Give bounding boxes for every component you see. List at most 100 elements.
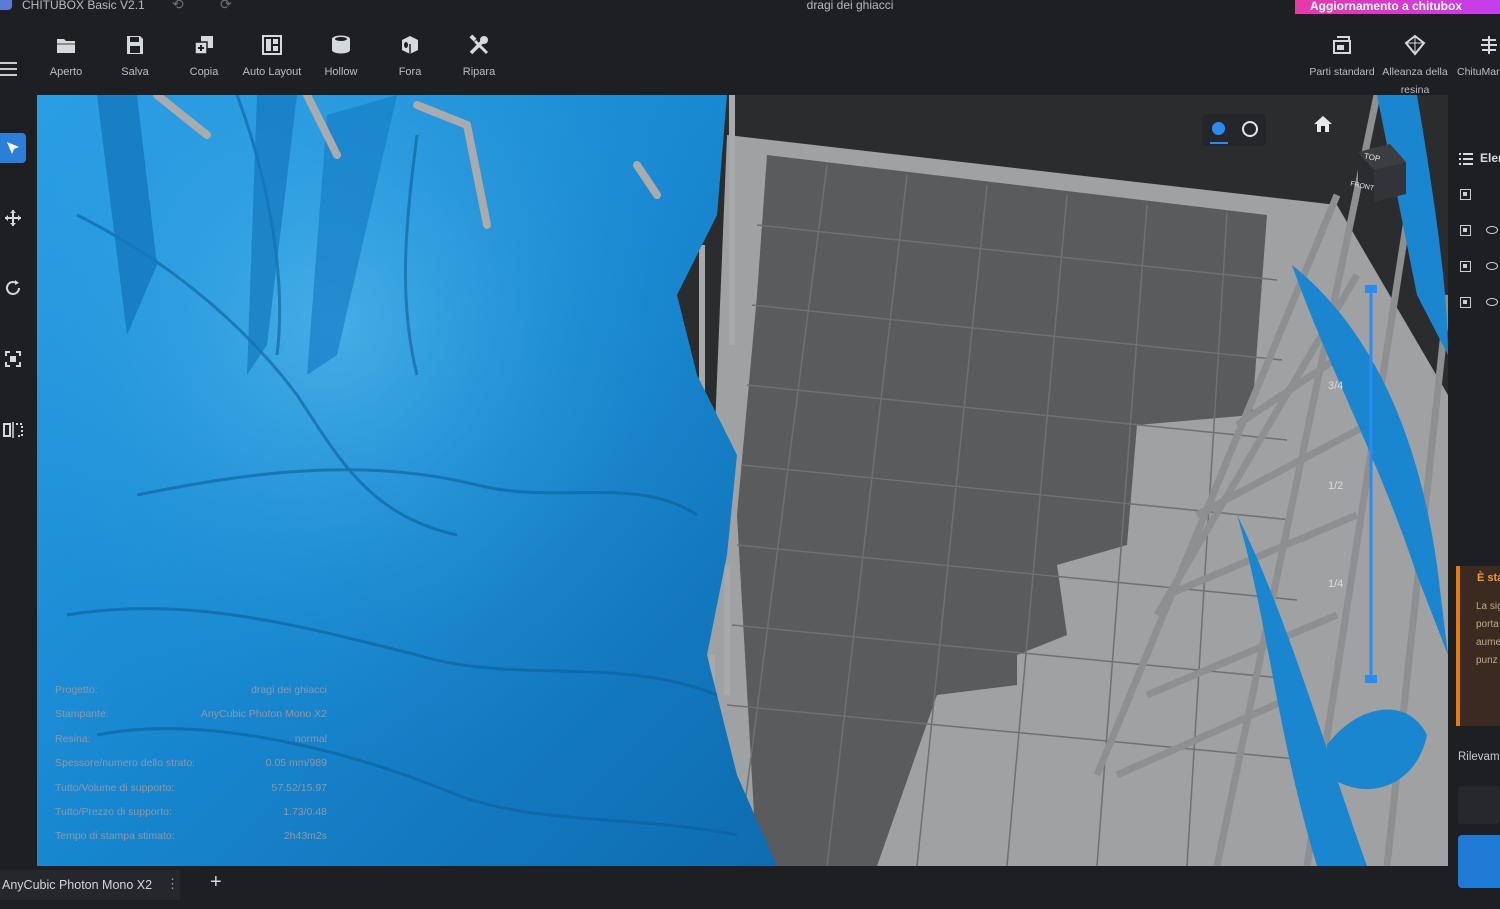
info-row: Stampante: AnyCubic Photon Mono X2 <box>55 708 327 732</box>
repair-icon <box>469 34 489 55</box>
detection-input[interactable] <box>1458 786 1500 824</box>
view-cube[interactable]: TOP FRONT <box>1350 140 1410 215</box>
warning-notice: È stata La sig porta aume punz <box>1456 566 1500 726</box>
slider-3-4-label: 3/4 <box>1328 380 1344 392</box>
folder-icon <box>57 39 75 53</box>
scale-icon <box>5 351 21 367</box>
notice-line: aume <box>1476 637 1500 648</box>
move-icon <box>5 210 21 226</box>
model-icon <box>1460 225 1471 236</box>
repair-label: Ripara <box>462 66 496 78</box>
save-button[interactable]: Salva <box>100 34 170 80</box>
resin-alliance-button[interactable]: Alleanza della resina <box>1380 34 1450 98</box>
save-label: Salva <box>121 66 149 78</box>
auto-layout-button[interactable]: Auto Layout <box>237 34 307 80</box>
info-label: Progetto: <box>55 684 98 696</box>
chitumarket-icon <box>1481 36 1497 54</box>
info-value: 0.05 mm/989 <box>265 757 327 770</box>
hollow-icon <box>332 35 350 54</box>
title-bar: CHITUBOX Basic V2.1 ⟲ ⟳ dragi dei ghiacc… <box>0 0 1500 14</box>
project-info-panel: Progetto: dragi dei ghiacci Stampante: Any… <box>55 684 327 855</box>
auto-layout-icon <box>262 35 282 55</box>
move-tool[interactable] <box>0 203 26 233</box>
model-icon <box>1460 189 1471 200</box>
info-value: 1.73/0.48 <box>283 805 327 818</box>
copy-icon <box>194 36 213 55</box>
copy-label: Copia <box>189 66 219 78</box>
detection-label: Rilevamento <box>1458 751 1500 763</box>
menu-icon[interactable] <box>0 62 18 76</box>
visibility-icon[interactable] <box>1486 298 1498 306</box>
view-mode-toggle[interactable] <box>1202 114 1266 146</box>
info-label: Resina: <box>55 732 91 745</box>
info-label: Tutto/Volume di supporto: <box>55 781 175 794</box>
info-value: 2h43m2s <box>283 830 327 843</box>
standard-parts-icon <box>1333 36 1351 54</box>
info-label: Tutto/Prezzo di supporto: <box>55 805 172 818</box>
drill-icon <box>402 36 418 54</box>
notice-line: La sig <box>1476 601 1500 612</box>
left-toolbar <box>0 95 37 866</box>
element-list-header: Elenco <box>1480 151 1500 165</box>
model-icon <box>1460 261 1471 272</box>
info-value: dragi dei ghiacci <box>251 684 327 696</box>
slider-1-4-label: 1/4 <box>1328 578 1344 590</box>
slider-1-2-label: 1/2 <box>1328 480 1344 492</box>
info-label: Spessore/numero dello strato: <box>55 757 196 770</box>
info-value: normal <box>294 732 327 745</box>
element-row[interactable] <box>1448 250 1500 286</box>
element-row[interactable] <box>1448 214 1500 250</box>
more-options-icon[interactable]: ⋮ <box>166 876 179 892</box>
hollow-label: Hollow <box>324 66 358 78</box>
chitumarket-button[interactable]: ChituMar <box>1454 34 1500 80</box>
info-row: Resina: normal <box>55 733 327 757</box>
standard-parts-button[interactable]: Parti standard <box>1307 34 1377 80</box>
copy-button[interactable]: Copia <box>169 34 239 80</box>
resin-alliance-label: Alleanza della resina <box>1382 66 1448 96</box>
rotate-icon <box>6 280 20 295</box>
select-tool[interactable] <box>0 133 26 163</box>
drill-label: Fora <box>398 66 422 78</box>
scale-tool[interactable] <box>0 344 26 374</box>
resin-alliance-icon <box>1404 34 1426 56</box>
list-icon <box>1459 153 1473 165</box>
auto-layout-label: Auto Layout <box>242 66 302 78</box>
visibility-icon[interactable] <box>1486 226 1498 234</box>
view-cube-shape <box>1358 144 1406 202</box>
repair-button[interactable]: Ripara <box>444 34 514 80</box>
visibility-icon[interactable] <box>1486 262 1498 270</box>
main-toolbar: Aperto Salva Copia Auto Layout Hollow Fo… <box>0 14 1500 98</box>
standard-parts-label: Parti standard <box>1309 66 1375 78</box>
printer-tab-label: AnyCubic Photon Mono X2 <box>2 878 153 892</box>
info-value: 57.52/15.97 <box>271 781 327 794</box>
open-button[interactable]: Aperto <box>31 34 101 80</box>
info-row: Spessore/numero dello strato: 0.05 mm/989 <box>55 757 327 781</box>
info-row: Progetto: dragi dei ghiacci <box>55 684 327 708</box>
xray-view-icon[interactable] <box>1242 121 1258 137</box>
notice-body: La sig porta aume punz <box>1476 598 1500 670</box>
save-icon <box>127 36 143 54</box>
document-title: dragi dei ghiacci <box>806 0 894 12</box>
element-row[interactable] <box>1448 178 1500 214</box>
model-icon <box>1460 297 1471 308</box>
info-row: Tempo di stampa stimato: 2h43m2s <box>55 830 327 854</box>
rotate-tool[interactable] <box>0 273 26 303</box>
notice-title: È stata <box>1477 572 1500 584</box>
info-row: Tutto/Volume di supporto: 57.52/15.97 <box>55 782 327 806</box>
hollow-button[interactable]: Hollow <box>306 34 376 80</box>
element-row[interactable] <box>1448 286 1500 322</box>
drill-button[interactable]: Fora <box>375 34 445 80</box>
info-row: Tutto/Prezzo di supporto: 1.73/0.48 <box>55 806 327 830</box>
mirror-icon <box>3 422 23 438</box>
mirror-tool[interactable] <box>0 415 26 445</box>
info-value: AnyCubic Photon Mono X2 <box>200 708 327 721</box>
info-label: Stampante: <box>55 708 109 721</box>
detection-button[interactable] <box>1458 835 1500 888</box>
active-view-indicator <box>1210 142 1228 144</box>
printer-tab[interactable]: AnyCubic Photon Mono X2 ⋮ <box>0 870 180 900</box>
solid-view-icon[interactable] <box>1212 122 1225 135</box>
open-label: Aperto <box>49 66 83 78</box>
info-label: Tempo di stampa stimato: <box>55 830 175 843</box>
home-view-icon[interactable] <box>1313 115 1333 133</box>
add-printer-button[interactable]: + <box>210 871 222 894</box>
